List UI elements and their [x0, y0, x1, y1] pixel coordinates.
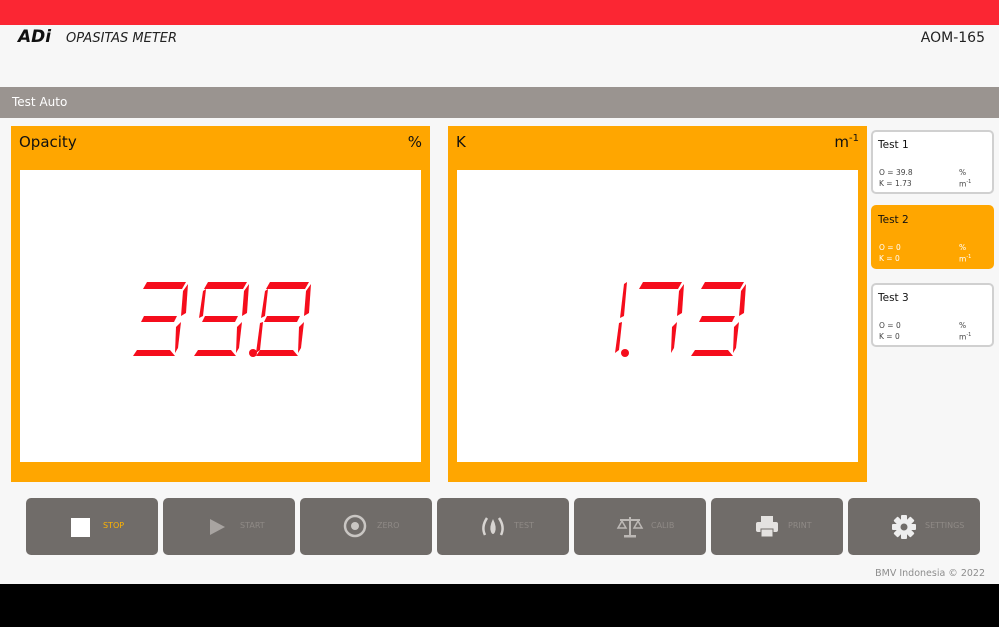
test-3-label: Test 3 [878, 292, 909, 304]
test-2-k-unit-exponent: -1 [966, 254, 972, 260]
opacity-unit: % [407, 133, 422, 151]
mode-bar: Test Auto [0, 87, 999, 118]
test-2-k: K = 0 [879, 254, 900, 263]
k-unit: m-1 [834, 133, 859, 151]
stop-icon [68, 513, 96, 541]
brand-logo: ADi [18, 27, 52, 47]
k-value-digits [615, 282, 746, 357]
test-3-k: K = 0 [879, 332, 900, 341]
bottom-bar [0, 584, 999, 627]
stop-button[interactable]: STOP [26, 498, 158, 555]
zero-label: ZERO [377, 521, 400, 530]
copyright: BMV Indonesia © 2022 [875, 568, 985, 579]
smoke-icon [479, 513, 507, 541]
play-icon [205, 513, 233, 541]
test-3-k-unit: m-1 [959, 332, 971, 342]
k-title: K [456, 133, 466, 151]
top-accent-bar [0, 0, 999, 25]
test-1-label: Test 1 [878, 139, 909, 151]
settings-label: SETTINGS [925, 521, 965, 530]
calib-button[interactable]: CALIB [574, 498, 706, 555]
opacity-display [20, 170, 421, 462]
test-1-opacity-unit: % [959, 168, 967, 177]
zero-button[interactable]: ZERO [300, 498, 432, 555]
k-unit-base: m [834, 133, 850, 151]
k-unit-exponent: -1 [849, 133, 859, 144]
test-1-card[interactable]: Test 1 O = 39.8 % K = 1.73 m-1 [871, 130, 994, 194]
test-3-k-unit-exponent: -1 [966, 332, 972, 338]
device-model: AOM-165 [920, 30, 985, 46]
print-button[interactable]: PRINT [711, 498, 843, 555]
test-2-k-unit: m-1 [959, 254, 971, 264]
test-2-card[interactable]: Test 2 O = 0 % K = 0 m-1 [871, 205, 994, 269]
calib-label: CALIB [651, 521, 675, 530]
gear-icon [890, 513, 918, 541]
mode-label: Test Auto [12, 95, 68, 109]
test-2-label: Test 2 [878, 214, 909, 226]
k-panel: K m-1 [448, 126, 867, 482]
test-1-k: K = 1.73 [879, 179, 912, 188]
test-button[interactable]: TEST [437, 498, 569, 555]
test-3-card[interactable]: Test 3 O = 0 % K = 0 m-1 [871, 283, 994, 347]
scale-icon [616, 513, 644, 541]
start-label: START [240, 521, 265, 530]
test-3-opacity: O = 0 [879, 321, 901, 330]
opacity-value-digits [133, 282, 311, 357]
test-label: TEST [514, 521, 534, 530]
stop-label: STOP [103, 521, 125, 530]
settings-button[interactable]: SETTINGS [848, 498, 980, 555]
app-title: OPASITAS METER [66, 31, 178, 46]
test-3-opacity-unit: % [959, 321, 967, 330]
start-button[interactable]: START [163, 498, 295, 555]
test-2-opacity: O = 0 [879, 243, 901, 252]
target-icon [342, 513, 370, 541]
print-label: PRINT [788, 521, 812, 530]
test-1-opacity: O = 39.8 [879, 168, 913, 177]
test-1-k-unit: m-1 [959, 179, 971, 189]
opacity-panel: Opacity % [11, 126, 430, 482]
test-2-opacity-unit: % [959, 243, 967, 252]
test-1-k-unit-exponent: -1 [966, 179, 972, 185]
opacity-title: Opacity [19, 133, 77, 151]
printer-icon [753, 513, 781, 541]
k-display [457, 170, 858, 462]
